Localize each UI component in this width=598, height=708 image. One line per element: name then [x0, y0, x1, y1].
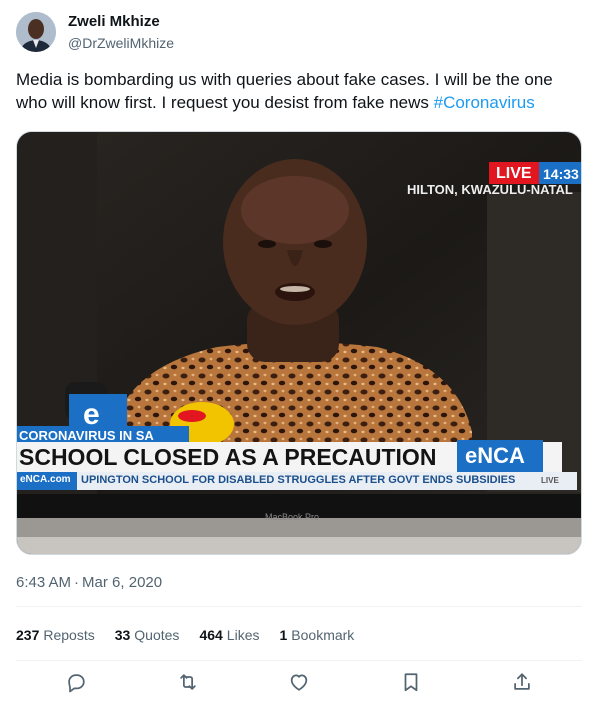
quotes-label: Quotes	[134, 627, 180, 643]
tweet-header: Zweli Mkhize @DrZweliMkhize	[16, 12, 174, 52]
tweet-date[interactable]: Mar 6, 2020	[82, 574, 162, 591]
likes-stat[interactable]: 464 Likes	[199, 626, 259, 644]
tweet-text: Media is bombarding us with queries abou…	[16, 68, 582, 114]
avatar[interactable]	[16, 12, 56, 52]
tweet-timestamp[interactable]: 6:43 AM · Mar 6, 2020	[16, 573, 162, 593]
news-brand: eNCA	[465, 443, 525, 468]
tweet: Zweli Mkhize @DrZweliMkhize Media is bom…	[0, 0, 598, 708]
divider-top	[16, 606, 582, 607]
news-tag: CORONAVIRUS IN SA	[19, 428, 154, 443]
reposts-stat[interactable]: 237 Reposts	[16, 626, 95, 644]
tweet-stats: 237 Reposts 33 Quotes 464 Likes 1 Bookmark	[16, 626, 374, 644]
bookmarks-label: Bookmark	[291, 627, 355, 643]
reposts-count: 237	[16, 627, 40, 643]
author-name[interactable]: Zweli Mkhize	[68, 12, 174, 31]
location-label: HILTON, KWAZULU-NATAL	[407, 182, 573, 197]
quotes-stat[interactable]: 33 Quotes	[115, 626, 180, 644]
share-icon	[514, 673, 530, 690]
tweet-actions	[16, 670, 582, 700]
ticker-text: UPINGTON SCHOOL FOR DISABLED STRUGGLES A…	[81, 474, 516, 486]
likes-count: 464	[199, 627, 223, 643]
likes-label: Likes	[226, 627, 260, 643]
bookmarks-stat[interactable]: 1 Bookmark	[279, 626, 354, 644]
ticker-site: eNCA.com	[20, 474, 71, 485]
bookmark-icon	[404, 673, 417, 692]
reposts-label: Reposts	[43, 627, 95, 643]
share-button[interactable]	[510, 670, 534, 694]
bookmarks-count: 1	[279, 627, 288, 643]
repost-icon	[179, 674, 196, 690]
news-headline: SCHOOL CLOSED AS A PRECAUTION	[19, 444, 437, 470]
divider-bottom	[16, 660, 582, 661]
repost-button[interactable]	[176, 670, 200, 694]
reply-button[interactable]	[64, 670, 88, 694]
like-icon	[290, 674, 308, 691]
author-handle[interactable]: @DrZweliMkhize	[68, 34, 174, 52]
author-names: Zweli Mkhize @DrZweliMkhize	[68, 12, 174, 52]
hashtag-link[interactable]: #Coronavirus	[434, 93, 535, 112]
live-time: 14:33	[543, 166, 579, 182]
tweet-time[interactable]: 6:43 AM	[16, 574, 71, 591]
like-button[interactable]	[287, 670, 311, 694]
quotes-count: 33	[114, 627, 131, 643]
bookmark-button[interactable]	[399, 670, 423, 694]
tweet-photo[interactable]: e LIVE 14:33 HILTON, KWAZULU-NATAL CORON…	[16, 131, 582, 555]
laptop-label: MacBook Pro	[265, 512, 320, 522]
ticker-live: LIVE	[541, 476, 559, 485]
reply-icon	[68, 674, 85, 693]
live-label: LIVE	[496, 165, 532, 182]
time-separator: ·	[74, 574, 80, 591]
